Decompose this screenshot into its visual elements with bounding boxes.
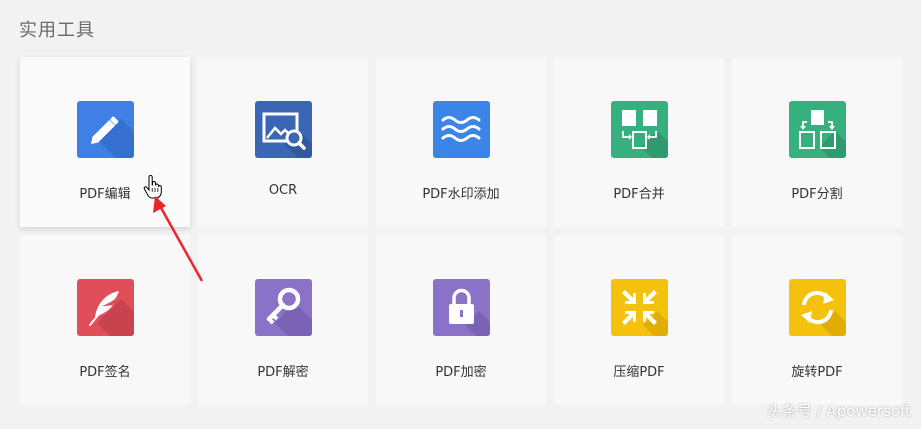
watermark-text: 头条号 / Apowersoft <box>766 402 911 420</box>
tool-label: PDF编辑 <box>79 187 131 202</box>
tool-label: PDF合并 <box>613 187 665 202</box>
pencil-edit-icon <box>77 101 134 158</box>
image-search-icon <box>255 101 312 158</box>
tool-pdf-edit[interactable]: PDF编辑 <box>20 57 190 227</box>
tool-rotate-pdf[interactable]: 旋转PDF <box>732 235 902 405</box>
tool-pdf-merge[interactable]: PDF合并 <box>554 57 724 227</box>
tool-label: 旋转PDF <box>791 365 843 380</box>
tool-label: 压缩PDF <box>613 365 665 380</box>
feather-sign-icon <box>77 279 134 336</box>
tool-label: PDF解密 <box>257 365 309 380</box>
tool-pdf-encrypt[interactable]: PDF加密 <box>376 235 546 405</box>
tool-compress-pdf[interactable]: 压缩PDF <box>554 235 724 405</box>
key-icon <box>255 279 312 336</box>
tool-label: PDF分割 <box>791 187 843 202</box>
section-title: 实用工具 <box>19 20 95 41</box>
tool-label: PDF水印添加 <box>422 187 500 202</box>
compress-arrows-icon <box>611 279 668 336</box>
tool-pdf-split[interactable]: PDF分割 <box>732 57 902 227</box>
waves-watermark-icon <box>433 101 490 158</box>
merge-pages-icon <box>611 101 668 158</box>
rotate-arrows-icon <box>789 279 846 336</box>
split-pages-icon <box>789 101 846 158</box>
lock-icon <box>433 279 490 336</box>
tool-label: PDF加密 <box>435 365 487 380</box>
tool-label: PDF签名 <box>79 365 131 380</box>
tool-label: OCR <box>268 183 298 198</box>
tool-pdf-decrypt[interactable]: PDF解密 <box>198 235 368 405</box>
hand-pointer-cursor-icon <box>143 174 163 203</box>
tool-pdf-watermark[interactable]: PDF水印添加 <box>376 57 546 227</box>
tools-grid: PDF编辑 OCR PDF水印添加 PDF合并 PDF分割 PDF签名 PDF解… <box>20 57 902 405</box>
tool-ocr[interactable]: OCR <box>198 57 368 227</box>
tool-pdf-sign[interactable]: PDF签名 <box>20 235 190 405</box>
